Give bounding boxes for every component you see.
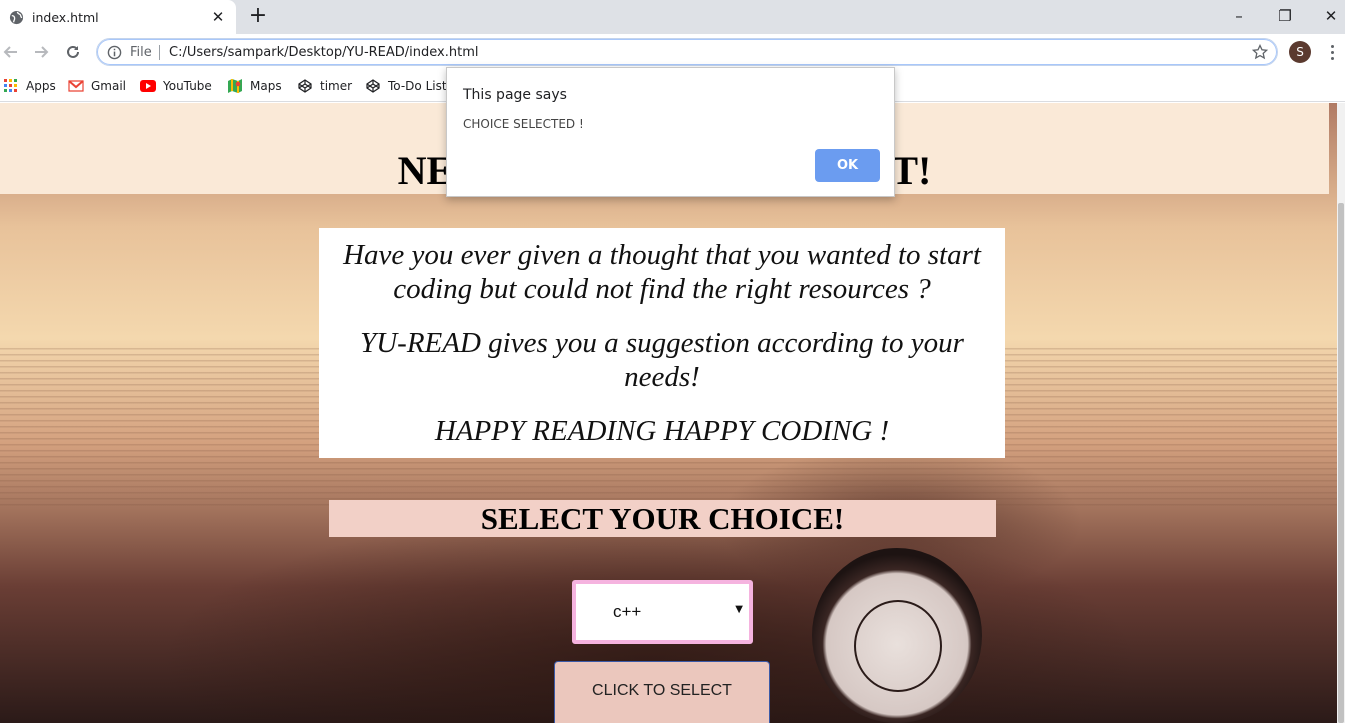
bookmark-label: YouTube [163,79,212,93]
codepen-icon [297,78,313,94]
url-text[interactable]: C:/Users/sampark/Desktop/YU-READ/index.h… [169,45,478,60]
choice-selected-value: c++ [613,602,642,621]
menu-dots-icon[interactable] [1324,41,1340,63]
alert-dialog: This page says CHOICE SELECTED ! OK [446,67,895,197]
bookmark-label: timer [320,79,353,93]
dropdown-arrow-icon: ▼ [735,604,743,615]
intro-box: Have you ever given a thought that you w… [319,228,1005,458]
bookmark-label: Gmail [91,79,127,93]
forward-arrow-icon[interactable] [30,41,52,63]
click-to-select-button[interactable]: CLICK TO SELECT [554,661,770,723]
intro-paragraph: Have you ever given a thought that you w… [343,239,981,305]
bookmark-timer[interactable]: timer [297,76,352,96]
profile-avatar[interactable]: S [1289,41,1311,63]
new-tab-button[interactable]: + [248,5,268,27]
close-tab-icon[interactable]: ✕ [210,9,226,25]
maximize-button[interactable]: ❐ [1273,4,1297,28]
tab-index[interactable]: index.html ✕ [0,0,236,34]
tab-title: index.html [32,9,99,25]
omnibox-divider [159,45,160,60]
choice-select[interactable]: c++ ▼ [572,580,753,644]
codepen-icon [365,78,381,94]
browser-toolbar: File C:/Users/sampark/Desktop/YU-READ/in… [0,34,1345,70]
dialog-message: CHOICE SELECTED ! [463,117,584,131]
intro-paragraph: HAPPY READING HAPPY CODING ! [434,415,890,447]
globe-icon [9,10,24,25]
bookmark-maps[interactable]: Maps [227,76,282,96]
select-choice-title: SELECT YOUR CHOICE! [329,500,996,537]
youtube-icon [140,78,156,94]
bookmark-gmail[interactable]: Gmail [68,76,126,96]
star-icon[interactable] [1251,43,1269,60]
scrollbar-thumb[interactable] [1338,203,1344,723]
tab-strip: index.html ✕ + – ❐ ✕ [0,0,1345,34]
bookmark-label: Apps [26,79,56,93]
gmail-icon [68,78,84,94]
bookmark-apps[interactable]: Apps [3,76,56,96]
close-window-button[interactable]: ✕ [1319,4,1343,28]
pocket-watch-image [812,548,982,723]
scheme-label: File [130,45,152,60]
info-icon[interactable] [107,45,122,60]
intro-paragraph: YU-READ gives you a suggestion according… [360,327,964,393]
bookmark-todo-list[interactable]: To-Do List [365,76,447,96]
bookmark-label: Maps [250,79,282,93]
apps-grid-icon [3,78,19,94]
ok-button[interactable]: OK [815,149,880,182]
reload-icon[interactable] [62,41,84,63]
back-arrow-icon[interactable] [0,41,22,63]
maps-icon [227,78,243,94]
bookmark-label: To-Do List [388,79,447,93]
dialog-title: This page says [463,87,567,103]
address-bar[interactable]: File C:/Users/sampark/Desktop/YU-READ/in… [96,38,1278,66]
minimize-button[interactable]: – [1227,4,1251,28]
page-scrollbar[interactable] [1337,103,1345,723]
bookmark-youtube[interactable]: YouTube [140,76,212,96]
